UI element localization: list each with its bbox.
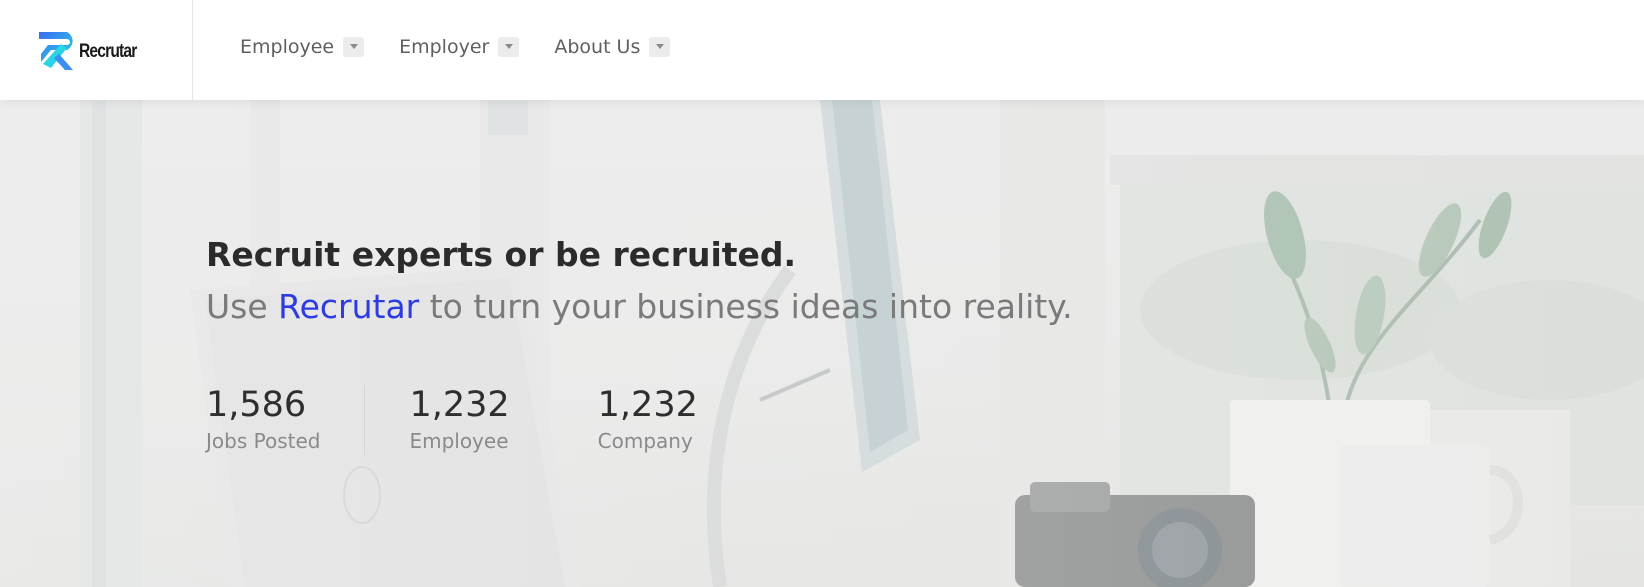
hero-subtitle-suffix: to turn your business ideas into reality… (419, 287, 1073, 326)
hero-subtitle: Use Recrutar to turn your business ideas… (206, 287, 1073, 327)
site-header: Recrutar Employee Employer About Us (0, 0, 1644, 100)
stat-value: 1,586 (206, 385, 307, 425)
brand-name: Recrutar (79, 40, 137, 62)
brand-logo-link[interactable]: Recrutar (0, 0, 193, 100)
main-nav: Employee Employer About Us (240, 0, 705, 93)
stats-row: 1,586 Jobs Posted 1,232 Employee 1,232 C… (206, 385, 1073, 455)
nav-item-about-us[interactable]: About Us (554, 35, 671, 58)
stat-label: Jobs Posted (206, 429, 321, 453)
stat-employee: 1,232 Employee (365, 385, 553, 455)
stat-value: 1,232 (597, 385, 698, 425)
chevron-down-icon[interactable] (498, 36, 520, 57)
hero-title: Recruit experts or be recruited. (206, 235, 797, 274)
stat-company: 1,232 Company (554, 385, 698, 455)
chevron-down-icon[interactable] (343, 36, 365, 57)
nav-item-employee[interactable]: Employee (240, 35, 365, 58)
stat-jobs-posted: 1,586 Jobs Posted (206, 385, 366, 455)
recrutar-r-logo-icon (39, 32, 73, 70)
nav-item-label: Employee (240, 35, 335, 58)
stat-label: Company (597, 429, 693, 453)
hero-section: Recruit experts or be recruited. Use Rec… (0, 100, 1644, 587)
chevron-down-icon[interactable] (649, 36, 671, 57)
stat-value: 1,232 (409, 385, 510, 425)
stat-label: Employee (409, 429, 509, 453)
nav-item-label: Employer (399, 35, 490, 58)
hero-subtitle-prefix: Use (206, 287, 279, 326)
hero-content: Recruit experts or be recruited. Use Rec… (206, 235, 1073, 455)
hero-subtitle-brand: Recrutar (278, 287, 420, 326)
nav-item-employer[interactable]: Employer (399, 35, 520, 58)
nav-item-label: About Us (554, 35, 641, 58)
